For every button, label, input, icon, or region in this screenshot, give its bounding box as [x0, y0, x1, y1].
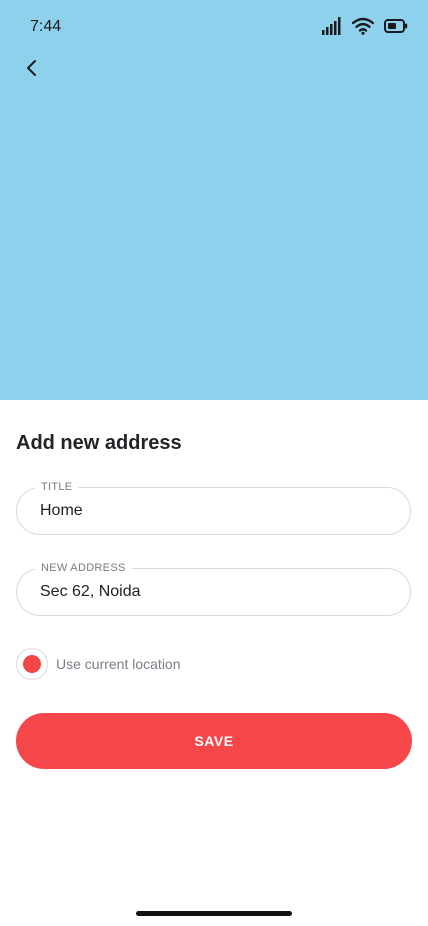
current-location-label: Use current location [56, 656, 181, 672]
status-icons [322, 17, 408, 35]
status-bar: 7:44 [0, 0, 428, 56]
save-button[interactable]: SAVE [16, 713, 412, 769]
map-area[interactable] [0, 0, 428, 400]
wifi-icon [352, 17, 374, 35]
back-button[interactable] [16, 54, 48, 86]
status-time: 7:44 [30, 18, 62, 35]
sheet-title: Add new address [16, 432, 182, 454]
add-address-sheet: Add new address TITLE NEW ADDRESS Use cu… [0, 400, 428, 926]
current-location-radio[interactable] [16, 648, 48, 680]
radio-selected-dot [23, 655, 41, 673]
chevron-left-icon [25, 59, 39, 82]
title-input[interactable] [40, 488, 390, 534]
address-input[interactable] [40, 569, 390, 615]
signal-icon [322, 17, 342, 35]
title-field[interactable]: TITLE [16, 479, 411, 535]
battery-icon [384, 19, 408, 33]
use-current-location-option[interactable]: Use current location [16, 648, 181, 680]
home-indicator[interactable] [136, 911, 292, 916]
address-field[interactable]: NEW ADDRESS [16, 560, 411, 616]
